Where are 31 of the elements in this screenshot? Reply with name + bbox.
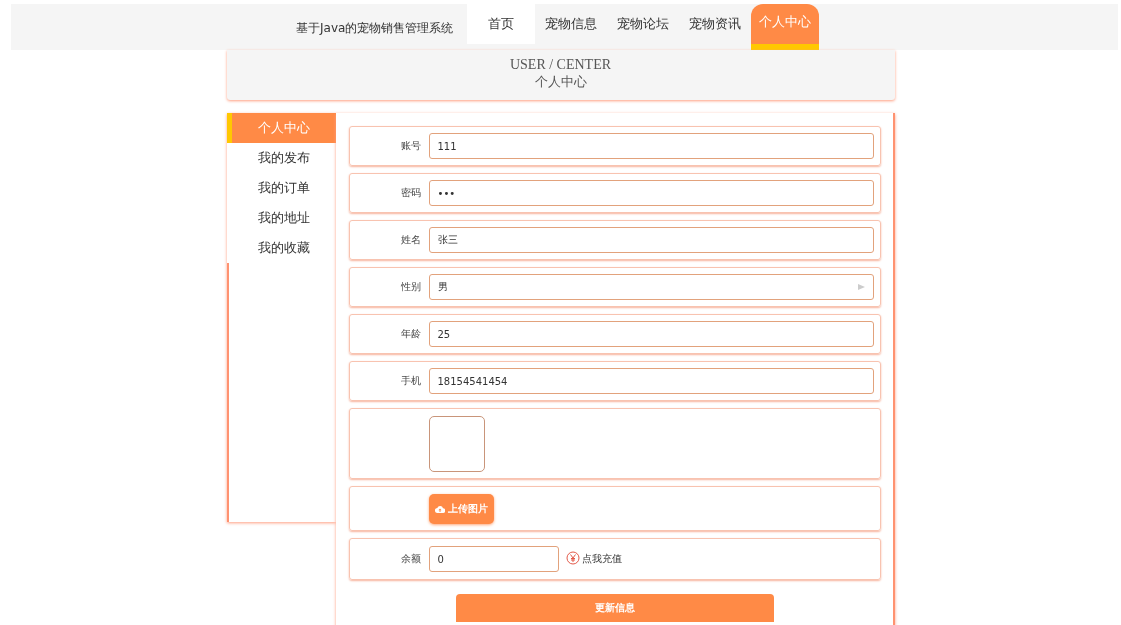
select-value: 男 <box>437 280 448 294</box>
nav-tab[interactable]: 宠物信息 <box>535 4 608 44</box>
site-title: 基于Java的宠物销售管理系统 <box>296 19 454 37</box>
sidebar-item[interactable]: 我的发布 <box>226 143 336 173</box>
page-title: USER / CENTER <box>508 56 613 73</box>
sidebar-item[interactable]: 我的订单 <box>226 173 336 203</box>
caret-icon <box>857 284 865 290</box>
password-field[interactable]: ••• <box>428 180 874 206</box>
nav-tab[interactable]: 宠物论坛 <box>607 4 680 44</box>
field-label: 性别 <box>399 280 421 294</box>
field-label: 手机 <box>399 374 421 388</box>
sidebar-item[interactable]: 我的收藏 <box>226 233 336 263</box>
field-label: 账号 <box>399 139 421 153</box>
nav-tab[interactable]: 首页 <box>467 4 536 44</box>
input-field[interactable]: 25 <box>428 321 874 347</box>
sidebar-item[interactable]: 我的地址 <box>226 203 336 233</box>
image-placeholder <box>428 415 485 472</box>
page-subtitle: 个人中心 <box>533 73 588 91</box>
select-field[interactable]: 男 <box>428 274 874 300</box>
field-label: 密码 <box>399 186 421 200</box>
nav-tab[interactable]: 宠物资讯 <box>679 4 752 44</box>
input-field[interactable]: 18154541454 <box>428 368 874 394</box>
field-label: 余额 <box>399 552 421 566</box>
recharge-link[interactable]: 点我充值 <box>581 552 622 566</box>
cloud-upload-icon <box>434 504 445 513</box>
field-label: 姓名 <box>399 233 421 247</box>
yen-icon <box>565 550 580 565</box>
input-field[interactable]: 111 <box>428 133 874 159</box>
field-label: 年龄 <box>399 327 421 341</box>
input-field[interactable]: 张三 <box>428 227 874 253</box>
input-field[interactable]: 0 <box>428 546 559 572</box>
